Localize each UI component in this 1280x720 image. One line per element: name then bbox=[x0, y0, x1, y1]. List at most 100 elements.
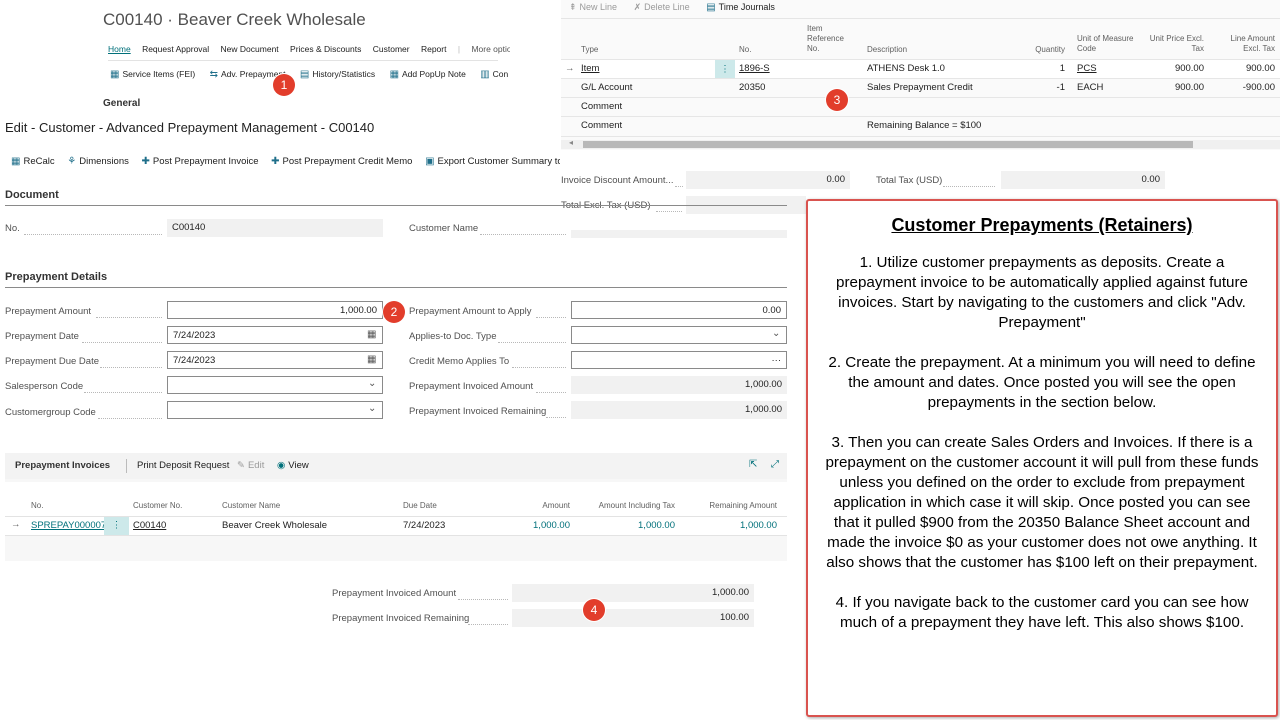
calendar-icon[interactable]: ▦ bbox=[367, 354, 376, 365]
row-menu-icon[interactable]: ⋮ bbox=[104, 517, 129, 535]
line-type[interactable]: G/L Account bbox=[581, 82, 632, 93]
menu-home[interactable]: Home bbox=[108, 44, 131, 54]
post-prepayment-credit-memo-button[interactable]: ✚ Post Prepayment Credit Memo bbox=[271, 156, 412, 167]
line-unit-price[interactable]: 900.00 bbox=[1141, 82, 1204, 93]
col-unit-price: Unit Price Excl. Tax bbox=[1149, 34, 1204, 53]
col-amount-incl-tax: Amount Including Tax bbox=[598, 501, 675, 510]
applies-to-doc-type-select[interactable] bbox=[571, 326, 787, 344]
post-prepayment-invoice-button[interactable]: ✚ Post Prepayment Invoice bbox=[142, 156, 259, 167]
amount-to-apply-input[interactable]: 0.00 bbox=[571, 301, 787, 319]
invoice-customer-name: Beaver Creek Wholesale bbox=[222, 520, 328, 531]
row-menu-icon[interactable]: ⋮ bbox=[715, 60, 735, 79]
history-statistics-button[interactable]: ▤ History/Statistics bbox=[300, 69, 375, 80]
print-deposit-request-button[interactable]: Print Deposit Request bbox=[137, 460, 229, 471]
invoice-customer-no[interactable]: C00140 bbox=[133, 520, 166, 531]
applies-to-doc-type-leader bbox=[498, 342, 566, 343]
table-row[interactable]: Comment bbox=[561, 97, 1280, 117]
no-value[interactable]: C00140 bbox=[167, 219, 383, 237]
calculator-icon: ▦ bbox=[11, 156, 21, 167]
chevron-down-icon[interactable]: ⌄ bbox=[368, 378, 376, 389]
menu-prices-discounts[interactable]: Prices & Discounts bbox=[290, 44, 361, 54]
scrollbar-thumb[interactable] bbox=[583, 141, 1193, 148]
share-icon[interactable]: ⇱ bbox=[749, 459, 757, 470]
tab-prepayment-invoices[interactable]: Prepayment Invoices bbox=[15, 460, 110, 471]
delete-line-button[interactable]: ✗ Delete Line bbox=[634, 2, 690, 12]
line-no[interactable]: 20350 bbox=[739, 82, 765, 93]
credit-memo-applies-to-leader bbox=[512, 367, 566, 368]
total-tax-label: Total Tax (USD) bbox=[876, 175, 943, 186]
chevron-down-icon[interactable]: ⌄ bbox=[772, 328, 780, 339]
menu-more-options[interactable]: More options bbox=[471, 44, 510, 54]
invoice-amount[interactable]: 1,000.00 bbox=[485, 520, 570, 531]
line-quantity[interactable]: -1 bbox=[1001, 82, 1065, 93]
salesperson-code-label: Salesperson Code bbox=[5, 381, 84, 392]
line-description[interactable]: ATHENS Desk 1.0 bbox=[867, 63, 945, 74]
recalc-button[interactable]: ▦ ReCalc bbox=[11, 156, 55, 167]
salesperson-code-select[interactable] bbox=[167, 376, 383, 394]
line-quantity[interactable]: 1 bbox=[1001, 63, 1065, 74]
view-button[interactable]: ◉ View bbox=[277, 460, 309, 471]
line-uom[interactable]: EACH bbox=[1077, 82, 1103, 93]
total-tax-value[interactable]: 0.00 bbox=[1001, 171, 1165, 189]
menu-customer[interactable]: Customer bbox=[373, 44, 410, 54]
time-journals-button[interactable]: ▤ Time Journals bbox=[706, 2, 775, 13]
line-type[interactable]: Comment bbox=[581, 120, 622, 131]
invoice-due-date: 7/24/2023 bbox=[403, 520, 446, 531]
prepayment-amount-input[interactable]: 1,000.00 bbox=[167, 301, 383, 319]
time-journals-icon: ▤ bbox=[706, 2, 716, 13]
calendar-icon[interactable]: ▦ bbox=[367, 329, 376, 340]
expand-icon[interactable]: ⤢ bbox=[771, 459, 779, 470]
credit-memo-applies-to-lookup[interactable]: ··· bbox=[571, 351, 787, 369]
post-icon: ✚ bbox=[271, 156, 280, 167]
service-items-button[interactable]: ▦ Service Items (FEI) bbox=[110, 69, 195, 80]
customergroup-code-select[interactable] bbox=[167, 401, 383, 419]
row-arrow-icon: → bbox=[565, 63, 575, 74]
add-popup-note-button[interactable]: ▦ Add PopUp Note bbox=[390, 69, 466, 80]
no-leader bbox=[24, 234, 162, 235]
customergroup-code-label: Customergroup Code bbox=[5, 407, 96, 418]
delete-line-icon: ✗ bbox=[633, 2, 642, 12]
dimensions-button[interactable]: ⚘ Dimensions bbox=[67, 156, 129, 167]
prepayment-due-date-leader bbox=[100, 367, 162, 368]
customer-name-value[interactable] bbox=[571, 230, 787, 238]
table-row[interactable]: G/L Account 20350 Sales Prepayment Credi… bbox=[561, 78, 1280, 98]
part-toolbar: Prepayment Invoices Print Deposit Reques… bbox=[5, 453, 787, 479]
invoice-remaining-amount[interactable]: 1,000.00 bbox=[677, 520, 777, 531]
line-amount[interactable]: -900.00 bbox=[1211, 82, 1275, 93]
export-summary-button[interactable]: ▣Export Customer Summary to Ex bbox=[425, 156, 560, 167]
edit-button[interactable]: ✎ Edit bbox=[237, 460, 264, 471]
adv-prepayment-button[interactable]: ⇆ Adv. Prepayment bbox=[210, 69, 286, 80]
pencil-icon: ✎ bbox=[237, 460, 245, 471]
prepayment-date-input[interactable]: 7/24/2023 bbox=[167, 326, 383, 344]
invoice-amount-incl-tax[interactable]: 1,000.00 bbox=[575, 520, 675, 531]
total-excl-tax-leader bbox=[656, 211, 682, 212]
summary-invoiced-remaining-label: Prepayment Invoiced Remaining bbox=[332, 613, 470, 624]
credit-memo-applies-to-label: Credit Memo Applies To bbox=[409, 356, 510, 367]
line-type[interactable]: Item bbox=[581, 63, 599, 74]
line-uom[interactable]: PCS bbox=[1077, 63, 1097, 74]
table-row[interactable]: → Item ⋮ 1896-S ATHENS Desk 1.0 1 PCS 90… bbox=[561, 59, 1280, 79]
table-row[interactable]: → SPREPAY000007 ⋮ C00140 Beaver Creek Wh… bbox=[5, 516, 787, 536]
callout-title: Customer Prepayments (Retainers) bbox=[891, 215, 1193, 235]
details-section-rule bbox=[5, 287, 787, 288]
scroll-left-icon[interactable]: ◂ bbox=[569, 138, 573, 147]
line-description[interactable]: Remaining Balance = $100 bbox=[867, 120, 981, 131]
horizontal-scrollbar[interactable]: ◂ bbox=[561, 138, 1280, 149]
contact-button[interactable]: ▥ Con bbox=[480, 69, 508, 80]
menu-report[interactable]: Report bbox=[421, 44, 447, 54]
lines-toolbar: ⇞ New Line ✗ Delete Line ▤ Time Journals bbox=[569, 2, 775, 13]
new-line-icon: ⇞ bbox=[569, 2, 577, 12]
menu-new-document[interactable]: New Document bbox=[221, 44, 279, 54]
table-row[interactable]: Comment Remaining Balance = $100 bbox=[561, 116, 1280, 137]
line-amount[interactable]: 900.00 bbox=[1211, 63, 1275, 74]
prepayment-due-date-input[interactable]: 7/24/2023 bbox=[167, 351, 383, 369]
chevron-down-icon[interactable]: ⌄ bbox=[368, 403, 376, 414]
line-no[interactable]: 1896-S bbox=[739, 63, 770, 74]
invoice-no-link[interactable]: SPREPAY000007 bbox=[31, 520, 106, 531]
new-line-button[interactable]: ⇞ New Line bbox=[569, 2, 617, 12]
line-description[interactable]: Sales Prepayment Credit bbox=[867, 82, 973, 93]
menu-request-approval[interactable]: Request Approval bbox=[142, 44, 209, 54]
line-unit-price[interactable]: 900.00 bbox=[1141, 63, 1204, 74]
line-type[interactable]: Comment bbox=[581, 101, 622, 112]
invoice-discount-value[interactable]: 0.00 bbox=[686, 171, 850, 189]
